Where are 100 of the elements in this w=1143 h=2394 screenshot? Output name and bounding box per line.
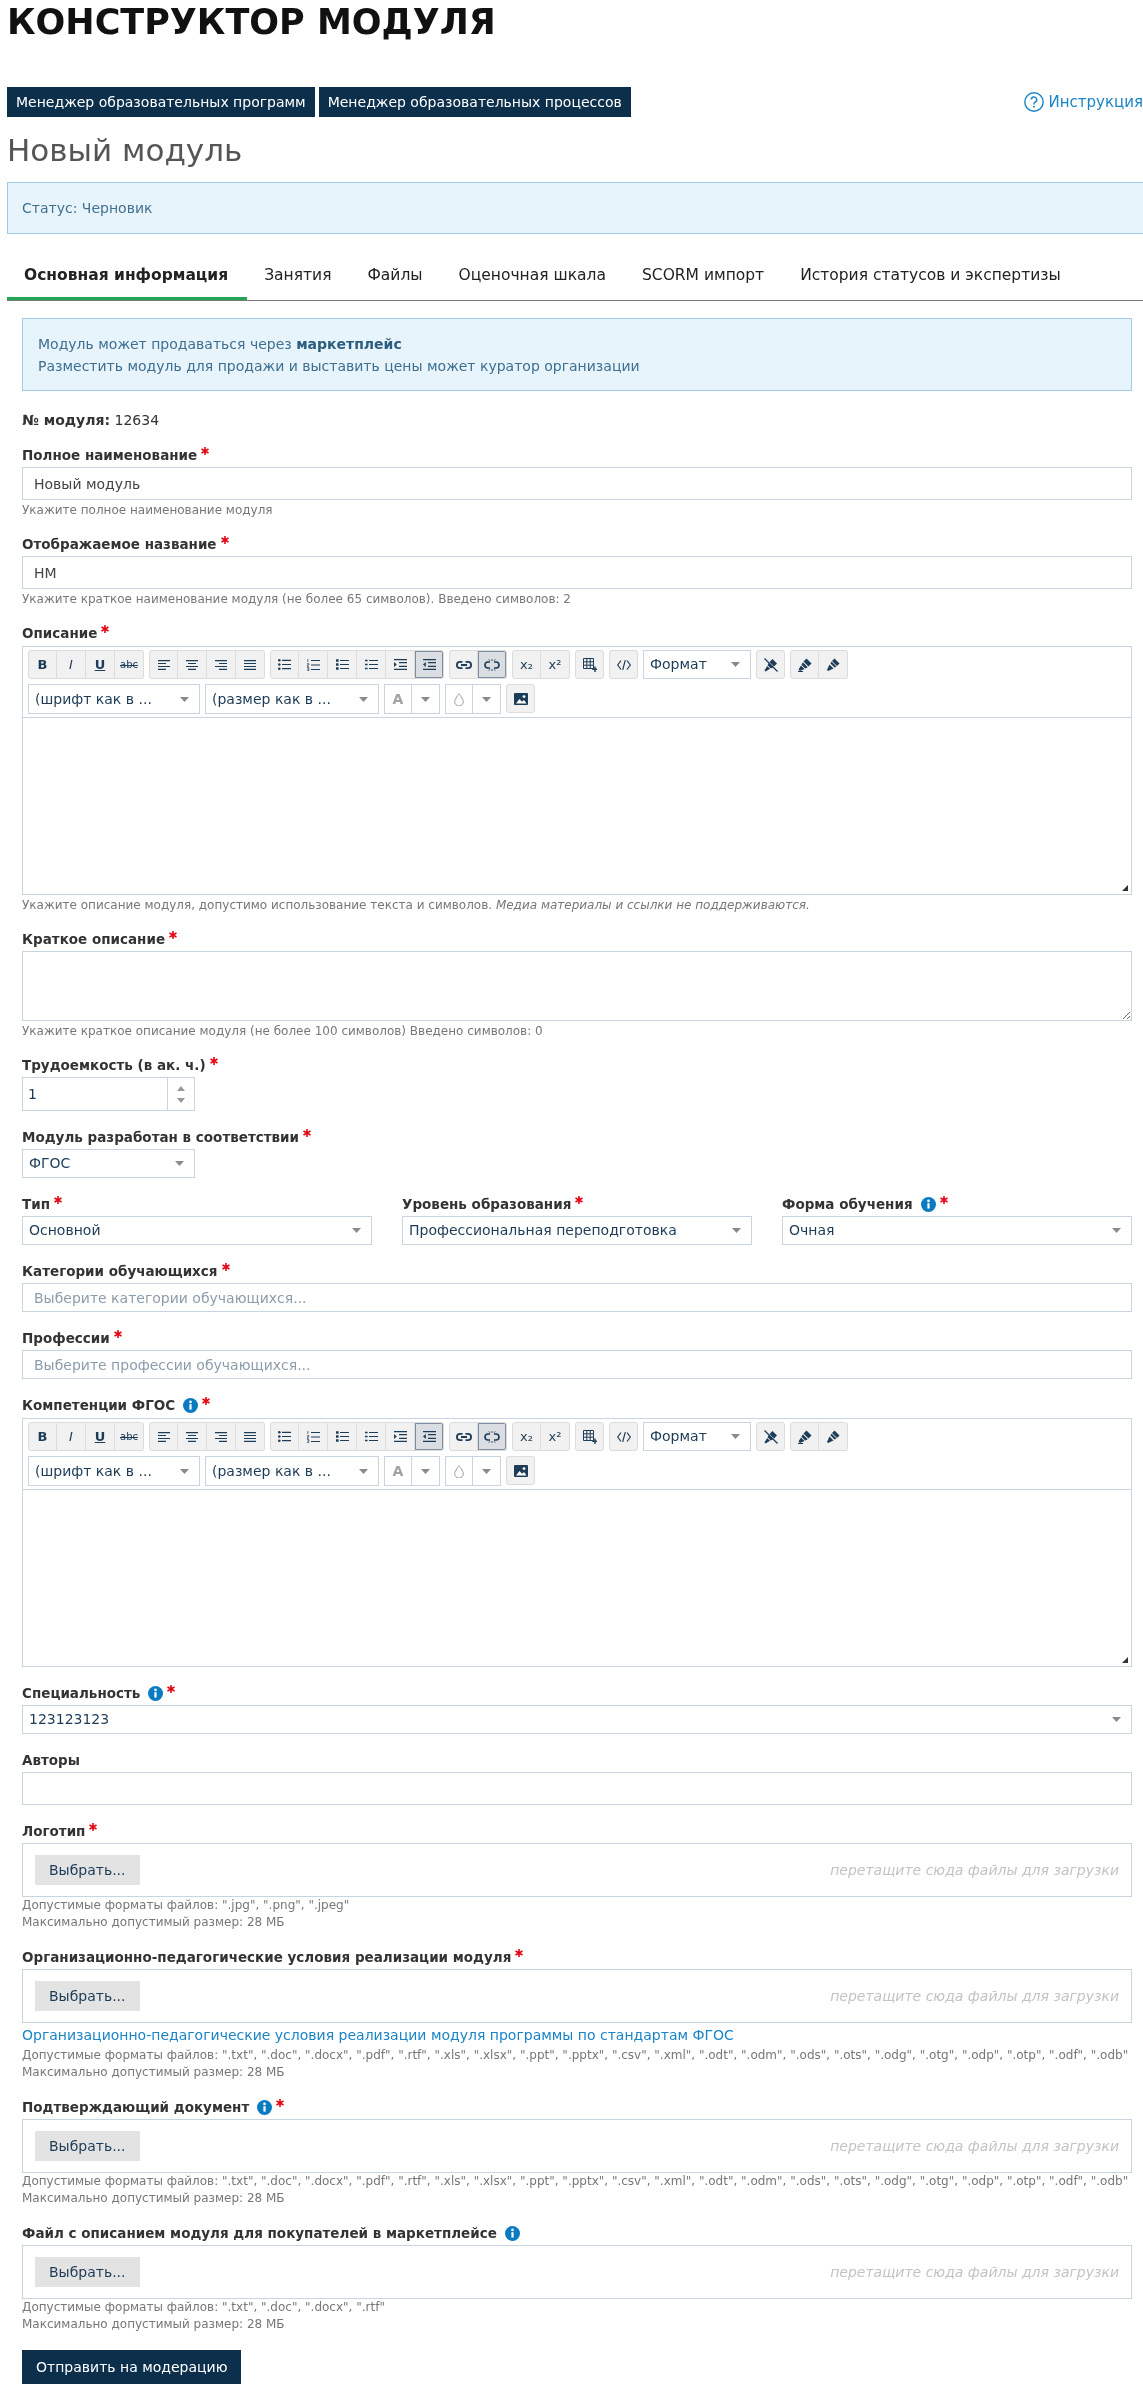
dropdown[interactable]: Профессиональная переподготовка	[402, 1216, 752, 1245]
italic-button[interactable]: I	[57, 1422, 86, 1451]
nav-button[interactable]: Менеджер образовательных процессов	[318, 87, 631, 117]
text-field[interactable]: Выберите категории обучающихся...	[22, 1283, 1132, 1312]
document-link[interactable]: Организационно-педагогические условия реализации модуля программы по стандартам ФГОС	[22, 2027, 734, 2043]
justify-button[interactable]	[236, 1422, 265, 1451]
unlink-button[interactable]	[478, 650, 507, 679]
square-list-button[interactable]	[328, 650, 357, 679]
text-field[interactable]: Новый модуль	[22, 467, 1132, 500]
dropdown[interactable]: Основной	[22, 1216, 372, 1245]
format-dropdown[interactable]: Формат	[643, 1422, 751, 1451]
align-left-button[interactable]	[149, 1422, 178, 1451]
dropdown[interactable]: Очная	[782, 1216, 1132, 1245]
dropdown-arrow-button[interactable]	[473, 684, 501, 714]
size-dropdown[interactable]: (размер как в ...	[205, 1456, 379, 1486]
square-list-button[interactable]	[328, 1422, 357, 1451]
insert-image-button[interactable]	[506, 1456, 535, 1485]
spin-buttons[interactable]	[167, 1077, 195, 1111]
tab[interactable]: Файлы	[350, 254, 442, 300]
underline-button[interactable]: U	[86, 650, 115, 679]
clear-format-button[interactable]	[756, 650, 785, 679]
align-right-button[interactable]	[207, 1422, 236, 1451]
outdent-button[interactable]	[415, 650, 444, 679]
tab[interactable]: Основная информация	[7, 254, 248, 300]
text-field[interactable]	[22, 1772, 1132, 1805]
caret-icon	[421, 696, 430, 702]
bold-button[interactable]: B	[28, 1422, 57, 1451]
help-link[interactable]: Инструкция	[1023, 90, 1143, 114]
file-drop-zone[interactable]: Выбрать... перетащите сюда файлы для загрузки	[22, 2245, 1132, 2299]
dropdown-arrow-button[interactable]	[473, 1456, 501, 1486]
page-heading: Новый модуль	[7, 131, 244, 170]
size-dropdown[interactable]: (размер как в ...	[205, 684, 379, 714]
subscript-button[interactable]: x₂	[512, 650, 541, 679]
justify-button[interactable]	[236, 650, 265, 679]
bullet-list-button[interactable]	[270, 1422, 299, 1451]
dropdown-arrow-button[interactable]	[412, 1456, 440, 1486]
status-text: Статус: Черновик	[22, 198, 153, 218]
indent-button[interactable]	[386, 650, 415, 679]
underline-button[interactable]: U	[86, 1422, 115, 1451]
bold-button[interactable]: B	[28, 650, 57, 679]
table-button[interactable]	[575, 1422, 604, 1451]
choose-file-button[interactable]: Выбрать...	[35, 1981, 140, 2011]
strikethrough-button[interactable]: abc	[115, 650, 144, 679]
italic-button[interactable]: I	[57, 650, 86, 679]
highlight-color-button[interactable]	[445, 1456, 473, 1486]
dropdown-arrow-button[interactable]	[412, 684, 440, 714]
link-button[interactable]	[449, 1422, 478, 1451]
align-right-icon	[215, 659, 227, 670]
choose-file-button[interactable]: Выбрать...	[35, 2131, 140, 2161]
textarea-field[interactable]	[22, 951, 1132, 1021]
font-dropdown[interactable]: (шрифт как в ...	[28, 684, 200, 714]
tab[interactable]: Занятия	[247, 254, 351, 300]
align-left-button[interactable]	[149, 650, 178, 679]
dropdown[interactable]: 123123123	[22, 1705, 1132, 1734]
highlight-color-button[interactable]	[445, 684, 473, 714]
dropdown[interactable]: ФГОС	[22, 1149, 195, 1178]
numbered-list-button[interactable]	[299, 650, 328, 679]
brush-button[interactable]	[819, 650, 848, 679]
table-button[interactable]	[575, 650, 604, 679]
font-dropdown[interactable]: (шрифт как в ...	[28, 1456, 200, 1486]
unlink-button[interactable]	[478, 1422, 507, 1451]
superscript-button[interactable]: x²	[541, 1422, 570, 1451]
code-button[interactable]	[609, 650, 638, 679]
strikethrough-button[interactable]: abc	[115, 1422, 144, 1451]
align-center-button[interactable]	[178, 650, 207, 679]
text-field[interactable]: НМ	[22, 556, 1132, 589]
number-field[interactable]: 1	[22, 1077, 167, 1111]
code-button[interactable]	[609, 1422, 638, 1451]
tab[interactable]: SCORM импорт	[624, 254, 784, 300]
brush-icon	[826, 1430, 840, 1443]
indent-button[interactable]	[386, 1422, 415, 1451]
square-list-icon	[335, 1431, 349, 1442]
text-field[interactable]: Выберите профессии обучающихся...	[22, 1350, 1132, 1379]
file-drop-zone[interactable]: Выбрать... перетащите сюда файлы для загрузки	[22, 1969, 1132, 2023]
subscript-button[interactable]: x₂	[512, 1422, 541, 1451]
format-painter-button[interactable]	[790, 650, 819, 679]
image-icon	[513, 1464, 528, 1477]
align-center-button[interactable]	[178, 1422, 207, 1451]
file-drop-zone[interactable]: Выбрать... перетащите сюда файлы для загрузки	[22, 1843, 1132, 1897]
bullet-list-button[interactable]	[270, 650, 299, 679]
dash-list-button[interactable]	[357, 650, 386, 679]
align-right-button[interactable]	[207, 650, 236, 679]
help-text: Максимально допустимый размер: 28 МБ	[22, 2064, 286, 2081]
nav-button[interactable]: Менеджер образовательных программ	[7, 87, 315, 117]
submit-button[interactable]: Отправить на модерацию	[22, 2350, 242, 2384]
brush-button[interactable]	[819, 1422, 848, 1451]
file-drop-zone[interactable]: Выбрать... перетащите сюда файлы для загрузки	[22, 2119, 1132, 2173]
insert-image-button[interactable]	[506, 684, 535, 713]
link-button[interactable]	[449, 650, 478, 679]
tab[interactable]: Оценочная шкала	[441, 254, 625, 300]
choose-file-button[interactable]: Выбрать...	[35, 1855, 140, 1885]
numbered-list-button[interactable]	[299, 1422, 328, 1451]
choose-file-button[interactable]: Выбрать...	[35, 2257, 140, 2287]
format-dropdown[interactable]: Формат	[643, 650, 751, 679]
dash-list-button[interactable]	[357, 1422, 386, 1451]
clear-format-button[interactable]	[756, 1422, 785, 1451]
superscript-button[interactable]: x²	[541, 650, 570, 679]
outdent-button[interactable]	[415, 1422, 444, 1451]
format-painter-button[interactable]	[790, 1422, 819, 1451]
tab[interactable]: История статусов и экспертизы	[783, 254, 1080, 300]
